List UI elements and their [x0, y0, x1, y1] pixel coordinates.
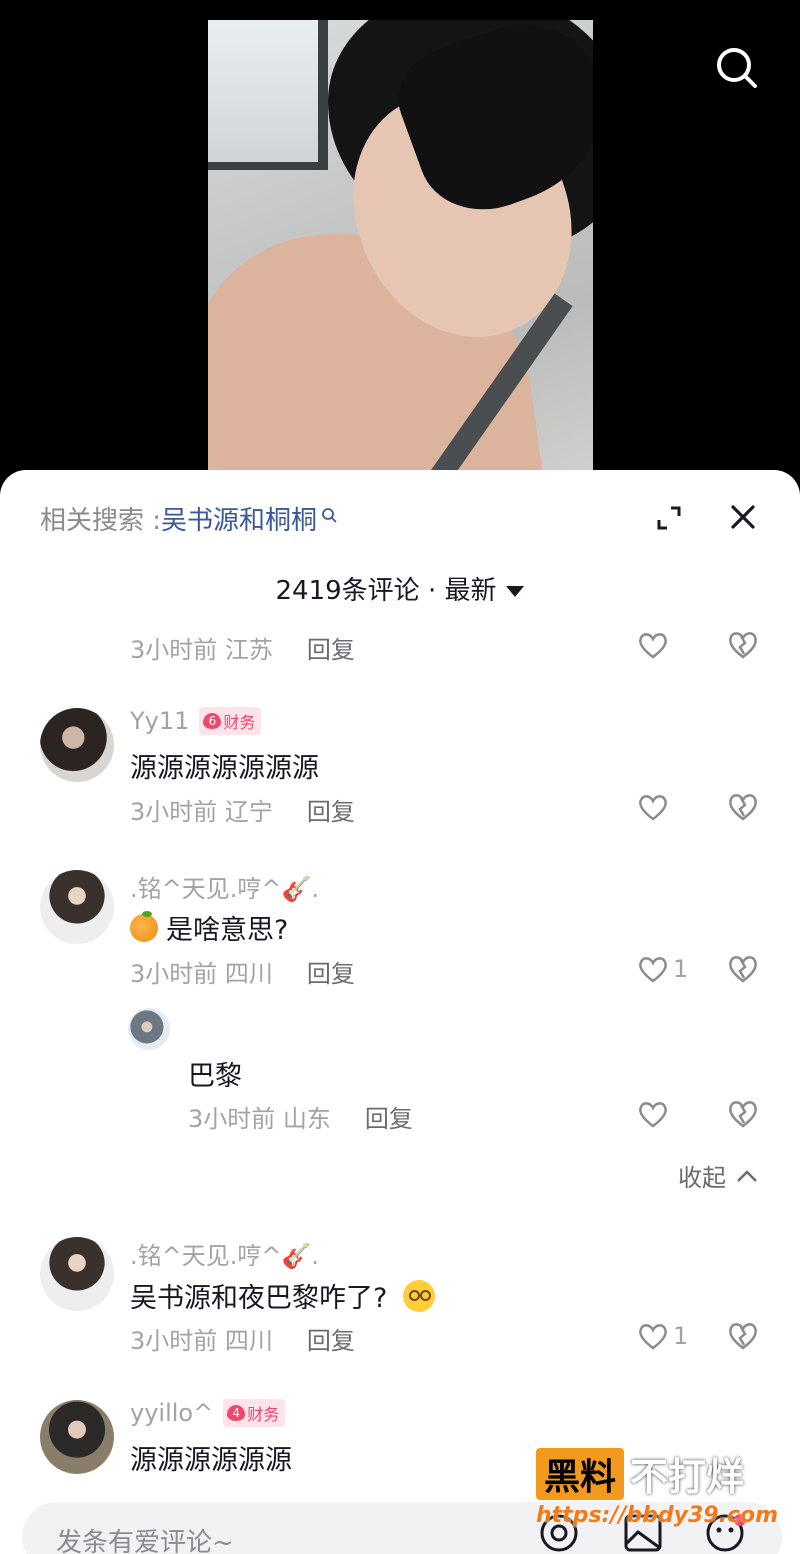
comment-input-placeholder: 发条有爱评论~ — [56, 1528, 234, 1554]
like-button[interactable] — [637, 630, 669, 660]
video-player[interactable] — [0, 0, 800, 500]
video-thumbnail — [208, 20, 593, 480]
reply-button[interactable]: 回复 — [307, 630, 355, 665]
flushed-emoji-icon — [403, 1279, 436, 1312]
dislike-icon[interactable] — [726, 790, 760, 822]
heart-icon — [639, 957, 667, 983]
comment-meta: 3小时前 四川 回复 — [130, 954, 355, 989]
avatar[interactable] — [40, 870, 114, 944]
watermark-url: https://bbdy39.com — [536, 1503, 779, 1528]
like-button[interactable] — [637, 792, 669, 822]
reply-button[interactable]: 回复 — [365, 1099, 413, 1134]
comment-username[interactable]: Yy11 6 财务 — [130, 707, 262, 735]
heart-icon — [639, 633, 667, 659]
orange-emoji-icon — [130, 910, 158, 942]
avatar[interactable] — [40, 1400, 114, 1474]
avatar[interactable] — [40, 708, 114, 782]
comment-text: 是啥意思? — [130, 908, 288, 947]
like-count: 1 — [673, 1322, 689, 1350]
reply-button[interactable]: 回复 — [307, 792, 355, 827]
like-count: 1 — [673, 955, 689, 983]
comment-username[interactable]: yyillo^ 4 财务 — [130, 1399, 286, 1427]
comment-username[interactable]: .铭^天见.哼^🎸. — [130, 869, 319, 904]
heart-icon — [639, 1324, 667, 1350]
dislike-icon[interactable] — [726, 628, 760, 660]
expand-icon[interactable] — [655, 504, 683, 532]
search-small-icon — [322, 507, 337, 523]
comment-meta: 3小时前 辽宁 回复 — [130, 792, 355, 827]
related-search-keyword[interactable]: 吴书源和桐桐 — [161, 500, 317, 537]
fan-badge: 4 财务 — [223, 1399, 286, 1427]
avatar[interactable] — [40, 1237, 114, 1311]
comment-sheet: 相关搜索 : 吴书源和桐桐 2419条评论 · 最新 3小时前 江苏 回复 Yy… — [0, 470, 800, 1554]
heart-icon — [639, 1102, 667, 1128]
like-button[interactable]: 1 — [637, 1321, 688, 1351]
comment-meta: 3小时前 江苏 回复 — [130, 630, 355, 665]
related-search[interactable]: 相关搜索 : 吴书源和桐桐 — [40, 500, 337, 537]
like-button[interactable]: 1 — [637, 954, 688, 984]
dislike-icon[interactable] — [726, 1097, 760, 1129]
search-icon[interactable] — [712, 44, 760, 92]
like-button[interactable] — [637, 1099, 669, 1129]
comment-meta: 3小时前 山东 回复 — [188, 1099, 413, 1134]
chevron-up-icon — [737, 1169, 757, 1182]
comment-meta: 3小时前 四川 回复 — [130, 1321, 355, 1356]
comment-text: 巴黎 — [188, 1061, 242, 1092]
watermark-logo: 黑料 不打烊 https://bbdy39.com — [536, 1446, 786, 1536]
reply-button[interactable]: 回复 — [307, 954, 355, 989]
comment-username[interactable]: .铭^天见.哼^🎸. — [130, 1236, 319, 1271]
avatar[interactable] — [128, 1008, 170, 1050]
comment-text: 吴书源和夜巴黎咋了? — [130, 1276, 436, 1315]
fan-badge: 6 财务 — [199, 707, 262, 735]
comment-count-sort[interactable]: 2419条评论 · 最新 — [0, 570, 800, 607]
reply-button[interactable]: 回复 — [307, 1321, 355, 1356]
related-search-prefix: 相关搜索 : — [40, 506, 162, 536]
dislike-icon[interactable] — [726, 1319, 760, 1351]
dislike-icon[interactable] — [726, 952, 760, 984]
collapse-replies-button[interactable]: 收起 — [678, 1158, 760, 1193]
close-icon[interactable] — [728, 502, 758, 532]
comment-text: 源源源源源源源 — [130, 753, 319, 784]
comment-text: 源源源源源源 — [130, 1445, 292, 1476]
heart-icon — [639, 795, 667, 821]
comment-count-label: 2419条评论 · 最新 — [275, 576, 497, 606]
sort-dropdown-icon[interactable] — [506, 586, 525, 597]
